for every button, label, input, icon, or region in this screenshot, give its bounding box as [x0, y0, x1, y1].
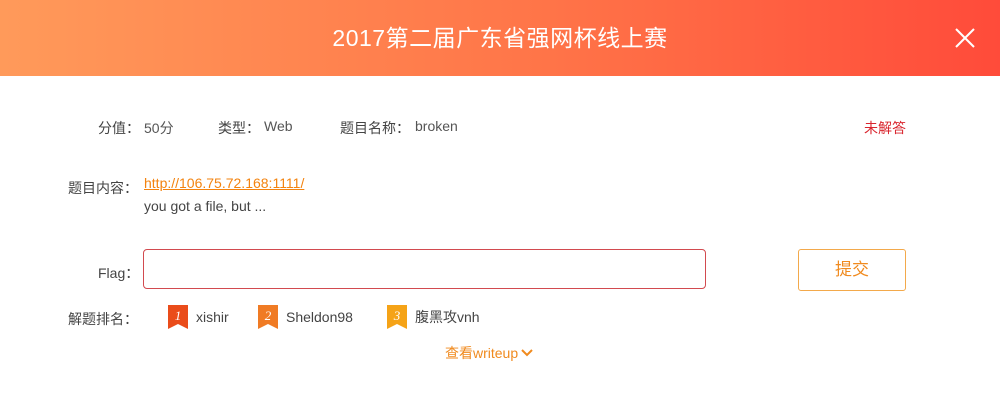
rank-item-1: 1 xishir [168, 305, 229, 329]
view-writeup-label: 查看writeup [445, 345, 519, 361]
submit-button[interactable]: 提交 [798, 249, 906, 291]
svg-text:1: 1 [175, 308, 182, 323]
close-button[interactable] [950, 23, 980, 53]
chevron-down-icon [521, 349, 533, 357]
modal-header: 2017第二届广东省强网杯线上赛 [0, 0, 1000, 76]
rank-3-badge-icon: 3 [387, 305, 407, 329]
status-badge: 未解答 [864, 120, 906, 136]
rank-item-3: 3 腹黑攻vnh [387, 305, 480, 329]
score-value: 50分 [144, 120, 174, 136]
view-writeup-link[interactable]: 查看writeup [445, 343, 533, 363]
rank-2-name: Sheldon98 [286, 309, 353, 325]
ranking-label: 解题排名： [68, 311, 138, 327]
modal-title: 2017第二届广东省强网杯线上赛 [332, 25, 668, 51]
rank-3-name: 腹黑攻vnh [415, 309, 480, 325]
challenge-link[interactable]: http://106.75.72.168:1111/ [144, 175, 304, 191]
type-value: Web [264, 118, 293, 134]
close-icon [955, 28, 975, 48]
rank-2-badge-icon: 2 [258, 305, 278, 329]
rank-1-name: xishir [196, 309, 229, 325]
rank-1-badge-icon: 1 [168, 305, 188, 329]
content-label: 题目内容： [68, 180, 138, 196]
svg-text:3: 3 [393, 308, 401, 323]
svg-text:2: 2 [265, 308, 272, 323]
type-label: 类型： [218, 120, 260, 136]
challenge-description: you got a file, but ... [144, 198, 267, 214]
score-label: 分值： [98, 120, 140, 136]
challenge-name-value: broken [415, 118, 458, 134]
challenge-name-label: 题目名称： [340, 120, 410, 136]
rank-item-2: 2 Sheldon98 [258, 305, 353, 329]
flag-label: Flag： [98, 265, 140, 281]
flag-input[interactable] [143, 249, 706, 289]
